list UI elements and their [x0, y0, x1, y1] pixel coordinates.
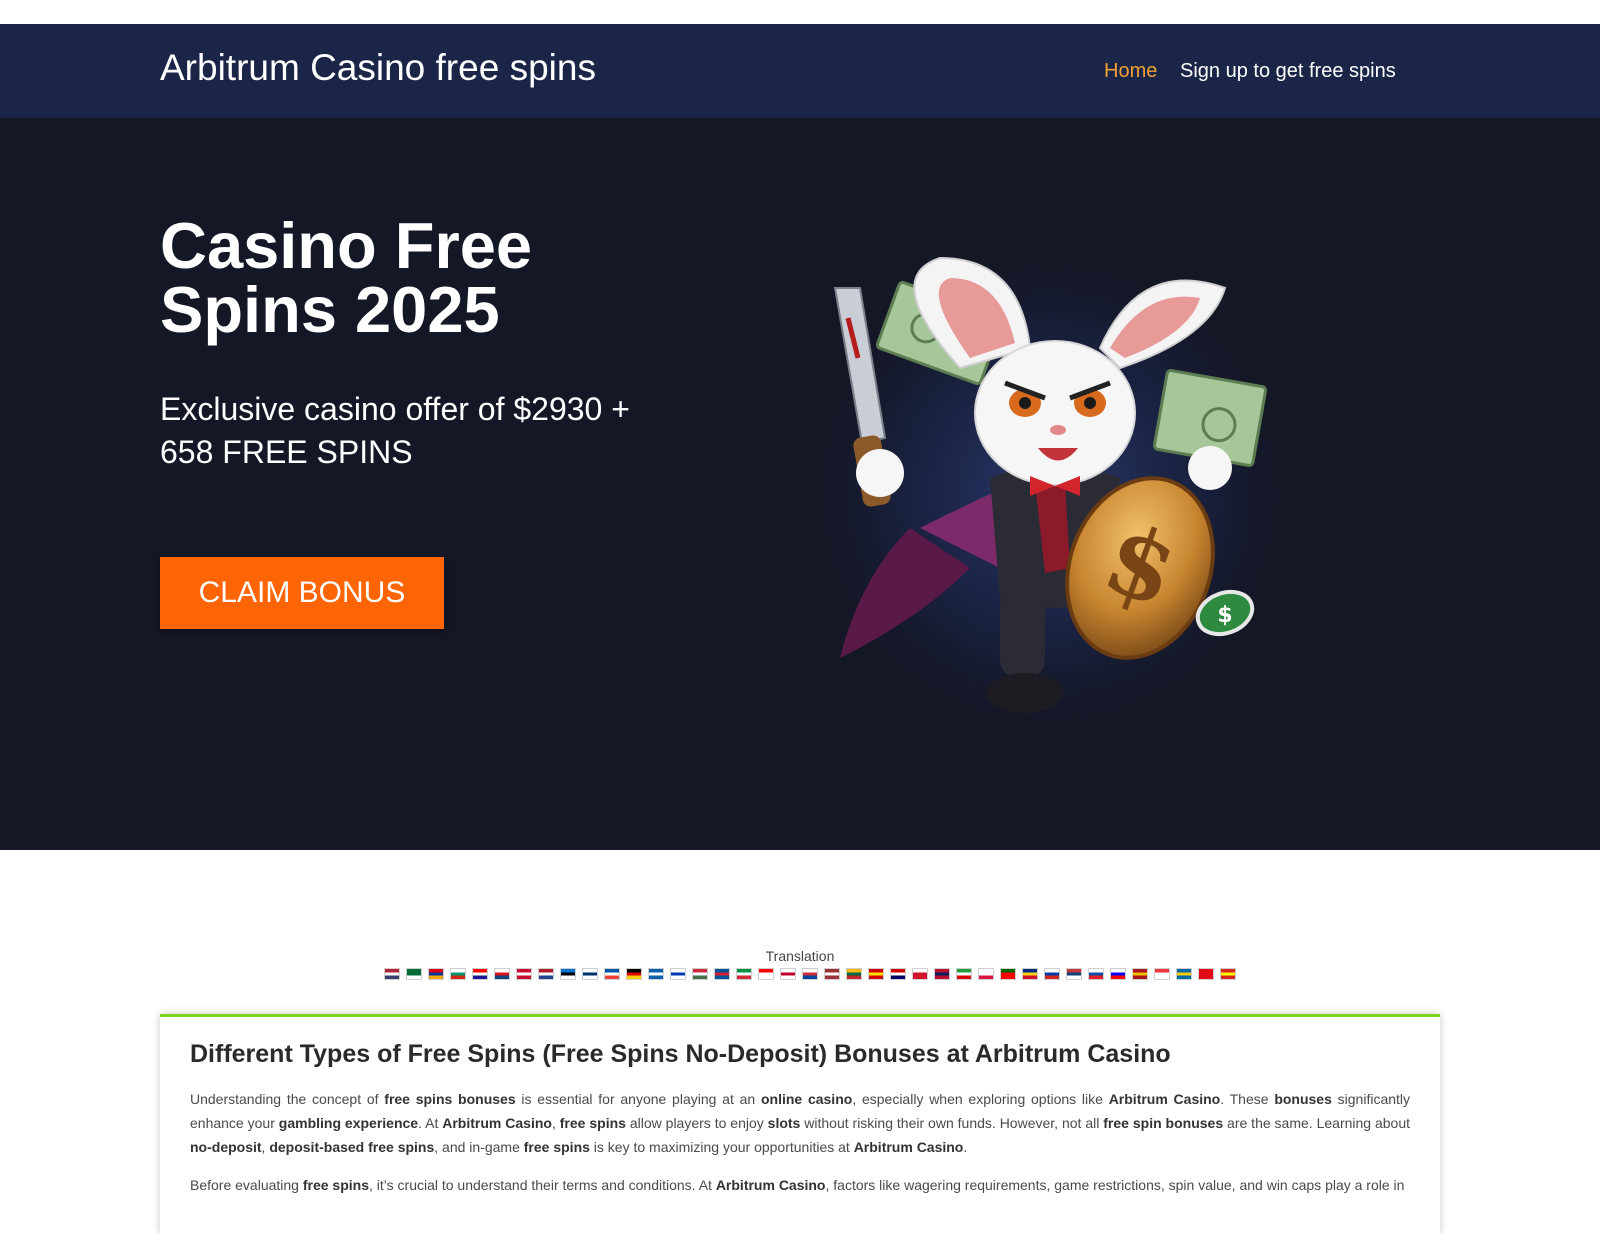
- text-run: are the same. Learning about: [1223, 1115, 1411, 1131]
- flag-lt-icon[interactable]: [846, 968, 862, 980]
- flag-id-icon[interactable]: [758, 968, 774, 980]
- flag-sa-icon[interactable]: [406, 968, 422, 980]
- flag-kr-icon[interactable]: [802, 968, 818, 980]
- text-run: is essential for anyone playing at an: [515, 1091, 761, 1107]
- flag-us-icon[interactable]: [384, 968, 400, 980]
- bold-keyword: Arbitrum Casino: [1108, 1091, 1221, 1107]
- article-paragraph-2: Before evaluating free spins, it’s cruci…: [190, 1173, 1410, 1197]
- article-paragraph-1: Understanding the concept of free spins …: [190, 1087, 1410, 1159]
- claim-bonus-button[interactable]: CLAIM BONUS: [160, 557, 444, 629]
- flag-es-icon[interactable]: [1132, 968, 1148, 980]
- nav-link-signup[interactable]: Sign up to get free spins: [1180, 59, 1396, 83]
- article-card: Different Types of Free Spins (Free Spin…: [160, 1014, 1440, 1234]
- bold-keyword: free spins: [559, 1115, 626, 1131]
- bold-keyword: free spins: [302, 1177, 369, 1193]
- nav-link-home[interactable]: Home: [1104, 59, 1157, 83]
- flag-ru-icon[interactable]: [1044, 968, 1060, 980]
- flag-fr-icon[interactable]: [604, 968, 620, 980]
- flag-rs-icon[interactable]: [1066, 968, 1082, 980]
- text-run: without risking their own funds. However…: [800, 1115, 1104, 1131]
- bold-keyword: slots: [767, 1115, 801, 1131]
- flag-it-icon[interactable]: [736, 968, 752, 980]
- flag-my-icon[interactable]: [890, 968, 906, 980]
- flag-ee-icon[interactable]: [560, 968, 576, 980]
- svg-text:$: $: [1217, 603, 1232, 628]
- text-run: . These: [1220, 1091, 1275, 1107]
- bold-keyword: Arbitrum Casino: [853, 1139, 964, 1155]
- bold-keyword: free spins bonuses: [384, 1091, 516, 1107]
- flag-ir-icon[interactable]: [956, 968, 972, 980]
- flag-dk-icon[interactable]: [516, 968, 532, 980]
- flag-cz-icon[interactable]: [494, 968, 510, 980]
- flag-lv-icon[interactable]: [824, 968, 840, 980]
- flag-nl-icon[interactable]: [538, 968, 554, 980]
- language-flag-bar: [384, 968, 1236, 982]
- flag-il-icon[interactable]: [670, 968, 686, 980]
- text-run: ,: [551, 1115, 560, 1131]
- flag-si-icon[interactable]: [1110, 968, 1126, 980]
- bold-keyword: free spin bonuses: [1103, 1115, 1224, 1131]
- hero-section: Casino Free Spins 2025 Exclusive casino …: [0, 118, 1600, 850]
- text-run: allow players to enjoy: [625, 1115, 768, 1131]
- flag-hr-icon[interactable]: [472, 968, 488, 980]
- flag-no-icon[interactable]: [934, 968, 950, 980]
- flag-sk-icon[interactable]: [1088, 968, 1104, 980]
- flag-hu-icon[interactable]: [692, 968, 708, 980]
- text-run: Before evaluating: [190, 1177, 303, 1193]
- top-whitespace: [0, 0, 1600, 24]
- bold-keyword: no-deposit: [190, 1139, 262, 1155]
- bold-keyword: deposit-based free spins: [269, 1139, 435, 1155]
- flag-ro-icon[interactable]: [1022, 968, 1038, 980]
- hero-title: Casino Free Spins 2025: [160, 209, 533, 346]
- text-run: , especially when exploring options like: [852, 1091, 1109, 1107]
- translation-label: Translation: [765, 948, 835, 964]
- flag-mk-icon[interactable]: [868, 968, 884, 980]
- text-run: . At: [418, 1115, 443, 1131]
- navbar: Arbitrum Casino free spins Home Sign up …: [0, 24, 1600, 118]
- flag-bg-icon[interactable]: [450, 968, 466, 980]
- bold-keyword: gambling experience: [278, 1115, 419, 1131]
- flag-tr-icon[interactable]: [1198, 968, 1214, 980]
- text-run: , factors like wagering requirements, ga…: [825, 1177, 1405, 1193]
- bold-keyword: free spins: [523, 1139, 590, 1155]
- flag-se-icon[interactable]: [1176, 968, 1192, 980]
- flag-jp-icon[interactable]: [780, 968, 796, 980]
- bold-keyword: bonuses: [1274, 1091, 1332, 1107]
- flag-pl-icon[interactable]: [978, 968, 994, 980]
- flag-sg-icon[interactable]: [1154, 968, 1170, 980]
- text-run: .: [963, 1139, 968, 1155]
- bold-keyword: Arbitrum Casino: [715, 1177, 826, 1193]
- flag-mt-icon[interactable]: [912, 968, 928, 980]
- flag-de-icon[interactable]: [626, 968, 642, 980]
- bold-keyword: Arbitrum Casino: [442, 1115, 552, 1131]
- flag-vn-icon[interactable]: [1220, 968, 1236, 980]
- flag-gr-icon[interactable]: [648, 968, 664, 980]
- text-run: Understanding the concept of: [190, 1091, 385, 1107]
- text-run: is key to maximizing your opportunities …: [589, 1139, 854, 1155]
- flag-am-icon[interactable]: [428, 968, 444, 980]
- text-run: , it’s crucial to understand their terms…: [369, 1177, 716, 1193]
- flag-fi-icon[interactable]: [582, 968, 598, 980]
- text-run: , and in-game: [434, 1139, 524, 1155]
- article-heading: Different Types of Free Spins (Free Spin…: [190, 1040, 1171, 1068]
- flag-pt-icon[interactable]: [1000, 968, 1016, 980]
- flag-is-icon[interactable]: [714, 968, 730, 980]
- brand-link[interactable]: Arbitrum Casino free spins: [160, 44, 596, 92]
- bold-keyword: online casino: [760, 1091, 853, 1107]
- rabbit-mascot-image: $ $: [810, 253, 1290, 733]
- hero-subtitle: Exclusive casino offer of $2930 + 658 FR…: [160, 391, 630, 470]
